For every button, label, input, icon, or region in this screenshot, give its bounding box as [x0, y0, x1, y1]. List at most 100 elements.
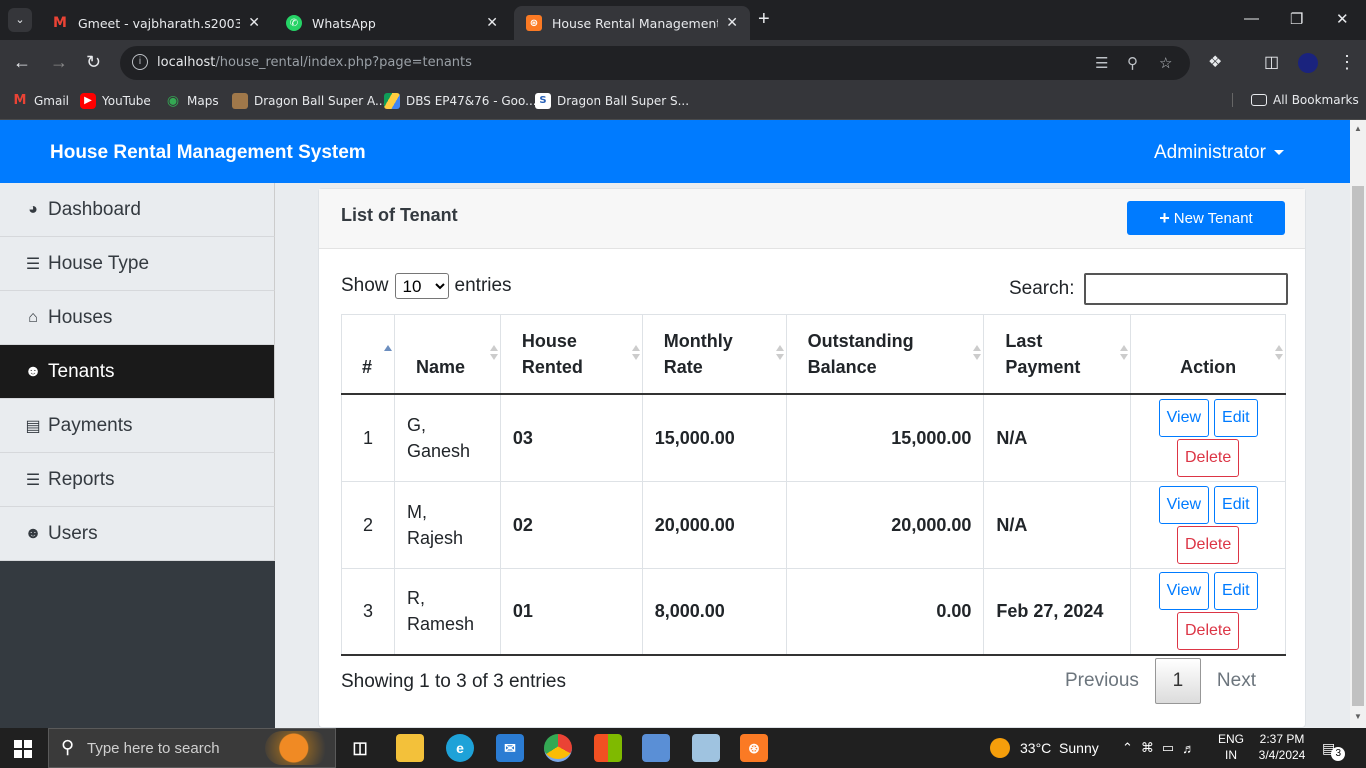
forward-icon[interactable]: →: [50, 52, 68, 73]
bookmark-label: YouTube: [102, 94, 151, 108]
pagination-next[interactable]: Next: [1217, 670, 1256, 692]
cell-balance: 15,000.00: [785, 393, 985, 482]
edit-button[interactable]: Edit: [1214, 398, 1258, 437]
window-close-icon[interactable]: ✕: [1336, 10, 1349, 28]
translate-icon[interactable]: ☰: [1095, 54, 1108, 72]
close-icon[interactable]: ✕: [726, 15, 738, 31]
app-brand[interactable]: House Rental Management System: [50, 142, 366, 164]
page-scrollbar[interactable]: ▲ ▼: [1350, 120, 1366, 728]
chevron-up-icon[interactable]: ⌃: [1122, 740, 1141, 756]
view-button[interactable]: View: [1158, 398, 1210, 437]
pagination-previous[interactable]: Previous: [1065, 670, 1139, 692]
delete-button[interactable]: Delete: [1177, 612, 1240, 651]
users-icon: ☻: [24, 524, 42, 542]
close-icon[interactable]: ✕: [248, 15, 260, 31]
scrollbar-thumb[interactable]: [1352, 186, 1364, 706]
view-button[interactable]: View: [1158, 485, 1210, 524]
sidebar-item-house-type[interactable]: ☰ House Type: [0, 237, 275, 291]
page-length-select[interactable]: 10: [394, 273, 449, 299]
new-tab-icon[interactable]: +: [758, 8, 770, 31]
bookmark-maps[interactable]: ◉ Maps: [165, 93, 219, 109]
cell-actions: View Edit Delete: [1130, 480, 1286, 569]
minimize-icon[interactable]: —: [1244, 10, 1259, 27]
volume-icon[interactable]: ♬: [1182, 741, 1203, 756]
user-menu[interactable]: Administrator: [1154, 142, 1284, 164]
system-tray[interactable]: ⌃ ⌘ ▭ ♬: [1122, 728, 1203, 768]
tab-search-chevron-icon[interactable]: ⌄: [8, 8, 32, 32]
notifications-button[interactable]: ▤ 3: [1322, 728, 1346, 768]
sidebar-item-tenants[interactable]: ☻ Tenants: [0, 345, 275, 399]
column-header-name[interactable]: Name: [393, 314, 501, 395]
url-text[interactable]: localhost/house_rental/index.php?page=te…: [157, 55, 472, 70]
clock[interactable]: 2:37 PM 3/4/2024: [1256, 731, 1308, 763]
tab-gmeet[interactable]: M Gmeet - vajbharath.s2003@gmail.com ✕: [40, 6, 272, 40]
star-icon[interactable]: ☆: [1159, 54, 1172, 72]
language-indicator[interactable]: ENG IN: [1214, 731, 1248, 763]
home-icon: ⌂: [28, 308, 38, 326]
sidebar-item-label: Tenants: [48, 360, 115, 382]
address-bar[interactable]: i localhost/house_rental/index.php?page=…: [120, 46, 1190, 80]
column-header-outstanding-balance[interactable]: Outstanding Balance: [785, 314, 985, 395]
entries-label: entries: [454, 275, 512, 296]
back-icon[interactable]: ←: [13, 52, 31, 73]
bookmark-gmail[interactable]: M Gmail: [12, 93, 69, 109]
cell-last-payment: N/A: [983, 480, 1132, 569]
weather-widget[interactable]: 33°C Sunny: [990, 728, 1099, 768]
menu-kebab-icon[interactable]: ⋮: [1338, 52, 1356, 73]
delete-button[interactable]: Delete: [1177, 438, 1240, 477]
cell-rate: 15,000.00: [641, 393, 787, 482]
column-header-house-rented[interactable]: House Rented: [499, 314, 643, 395]
pagination-page-1[interactable]: 1: [1154, 658, 1201, 704]
tenant-table: # Name House Rented Monthly Rate Outstan…: [341, 314, 1286, 656]
xampp-icon[interactable]: ⊛: [740, 734, 768, 762]
edit-button[interactable]: Edit: [1214, 485, 1258, 524]
bookmark-youtube[interactable]: ▶ YouTube: [80, 93, 151, 109]
chrome-icon[interactable]: [544, 734, 572, 762]
column-header-monthly-rate[interactable]: Monthly Rate: [641, 314, 787, 395]
reload-icon[interactable]: ↻: [86, 52, 101, 73]
app-window-icon[interactable]: [642, 734, 670, 762]
view-button[interactable]: View: [1158, 572, 1210, 611]
bookmark-label: Dragon Ball Super A...: [254, 94, 387, 108]
scroll-down-arrow-icon[interactable]: ▼: [1354, 712, 1362, 721]
weather-text: 33°C Sunny: [1020, 740, 1099, 756]
edit-button[interactable]: Edit: [1214, 572, 1258, 611]
task-view-icon[interactable]: ◫: [346, 734, 374, 762]
side-panel-icon[interactable]: ◫: [1264, 52, 1279, 72]
extensions-icon[interactable]: ❖: [1208, 52, 1222, 72]
sidebar-item-dashboard[interactable]: ◕ Dashboard: [0, 183, 275, 237]
scroll-up-arrow-icon[interactable]: ▲: [1354, 124, 1362, 133]
all-bookmarks[interactable]: All Bookmarks: [1232, 93, 1359, 107]
bookmark-dbs-drive[interactable]: DBS EP47&76 - Goo...: [384, 93, 537, 109]
column-header-last-payment[interactable]: Last Payment: [983, 314, 1132, 395]
windows-start-icon[interactable]: [14, 740, 32, 758]
mail-icon[interactable]: ✉: [496, 734, 524, 762]
store-icon[interactable]: [594, 734, 622, 762]
close-icon[interactable]: ✕: [486, 15, 498, 31]
bookmark-dbs-a[interactable]: Dragon Ball Super A...: [232, 93, 386, 109]
profile-avatar[interactable]: [1298, 53, 1318, 73]
notepad-icon[interactable]: [692, 734, 720, 762]
wifi-icon[interactable]: ⌘: [1141, 740, 1162, 756]
sidebar-item-users[interactable]: ☻ Users: [0, 507, 275, 561]
table-header-row: # Name House Rented Monthly Rate Outstan…: [341, 314, 1286, 395]
tab-whatsapp[interactable]: ✆ WhatsApp ✕: [274, 6, 510, 40]
bookmark-dbs-s[interactable]: S Dragon Ball Super S...: [535, 93, 689, 109]
sidebar-item-houses[interactable]: ⌂ Houses: [0, 291, 275, 345]
column-header-number[interactable]: #: [341, 314, 395, 395]
file-explorer-icon[interactable]: [396, 734, 424, 762]
tab-house-rental[interactable]: ⊛ House Rental Management System ✕: [514, 6, 750, 40]
battery-icon[interactable]: ▭: [1162, 740, 1182, 756]
edge-icon[interactable]: e: [446, 734, 474, 762]
sidebar-item-reports[interactable]: ☰ Reports: [0, 453, 275, 507]
site-info-icon[interactable]: i: [132, 54, 148, 70]
zoom-icon[interactable]: ⚲: [1127, 54, 1138, 72]
restore-icon[interactable]: ❐: [1290, 10, 1303, 28]
taskbar-search[interactable]: ⚲ Type here to search: [48, 728, 336, 768]
list-icon: ☰: [25, 255, 41, 273]
column-header-action[interactable]: Action: [1130, 314, 1286, 395]
sidebar-item-payments[interactable]: ▤ Payments: [0, 399, 275, 453]
delete-button[interactable]: Delete: [1177, 525, 1240, 564]
new-tenant-button[interactable]: + New Tenant: [1127, 201, 1285, 235]
search-input[interactable]: [1084, 273, 1289, 305]
